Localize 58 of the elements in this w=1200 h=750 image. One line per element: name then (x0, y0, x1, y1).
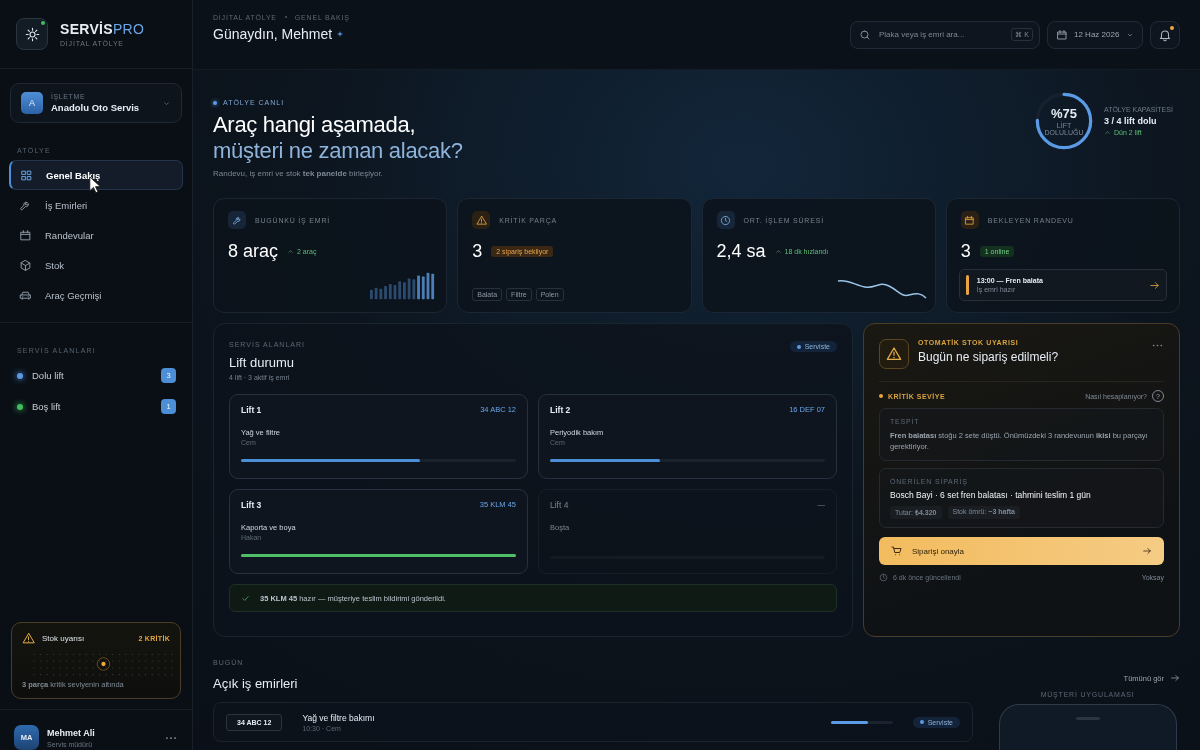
business-avatar: A (21, 92, 43, 114)
nav-item[interactable]: Randevular (9, 220, 183, 250)
arrow-icon (1142, 546, 1152, 556)
lift-name: Lift 1 (241, 405, 262, 415)
hero-title: Araç hangi aşamada, (213, 112, 417, 138)
check-icon (241, 593, 250, 603)
work-order-title: Yağ ve filtre bakımı (302, 712, 375, 723)
up-icon (287, 248, 295, 255)
wrench-icon (228, 211, 246, 229)
lift-name: Lift 4 (550, 500, 569, 510)
lift-name: Lift 3 (241, 500, 262, 510)
stat-value: 2,4 sa (716, 241, 766, 262)
stat-value: 3 (472, 241, 483, 262)
business-name: Anadolu Oto Servis (51, 102, 141, 113)
hero-subtitle: Randevu, iş emri ve stok tek panelde birleşiyor. (213, 169, 384, 178)
user-name: Mehmet Ali (47, 727, 96, 738)
date-picker[interactable]: 12 Haz 2026 (1047, 20, 1143, 49)
lift-name: Lift 2 (550, 405, 571, 415)
calendar-icon (960, 211, 979, 229)
greeting: Günaydın, Mehmet (213, 25, 333, 42)
section-title: Açık iş emirleri (213, 676, 298, 691)
stock-alert-title: Stok uyarısı (42, 634, 86, 643)
brand-name: SERVİSPRO (60, 21, 145, 37)
box-icon (19, 258, 32, 272)
area-label: Dolu lift (32, 370, 65, 381)
warning-icon (879, 339, 909, 369)
capacity-value: 3 / 4 lift dolu (1104, 116, 1158, 126)
cart-icon (891, 545, 903, 557)
logo-icon (16, 18, 48, 50)
suggestion-text: Bosch Bayi · 6 set fren balatası · tahmini teslim 1 gün (890, 490, 1092, 500)
warning-icon (472, 211, 491, 229)
clock-icon (716, 211, 735, 229)
confirm-order-button[interactable]: Siparişi onayla (879, 537, 1164, 565)
grid-icon (20, 168, 33, 182)
nav-item[interactable]: Genel Bakış (9, 160, 183, 190)
live-dot (213, 100, 217, 105)
search-icon (859, 28, 871, 41)
calendar-icon (1056, 28, 1068, 41)
up-icon (774, 248, 782, 255)
stat-value: 8 araç (228, 241, 279, 262)
capacity-percent: %75 (1051, 106, 1077, 121)
hero-title: müşteri ne zaman alacak? (213, 138, 464, 164)
up-icon (1104, 129, 1111, 136)
clock-icon (879, 573, 888, 582)
stat-value: 3 (960, 241, 971, 262)
bell-icon (1158, 27, 1172, 42)
nav-item[interactable]: Stok (9, 250, 183, 280)
nav-item[interactable]: İş Emirleri (9, 190, 183, 220)
panel-title: Lift durumu (229, 355, 296, 370)
calendar-icon (19, 228, 32, 242)
nav-item[interactable]: Araç Geçmişi (9, 280, 183, 310)
arrow-icon (1149, 279, 1160, 291)
notifications-button[interactable] (1150, 20, 1180, 49)
panel-title: Bugün ne sipariş edilmeli? (918, 350, 1060, 364)
sparkline-drawing (370, 270, 437, 300)
arrow-icon (1170, 673, 1180, 683)
area-label: Boş lift (32, 401, 62, 412)
warning-icon (22, 632, 35, 645)
